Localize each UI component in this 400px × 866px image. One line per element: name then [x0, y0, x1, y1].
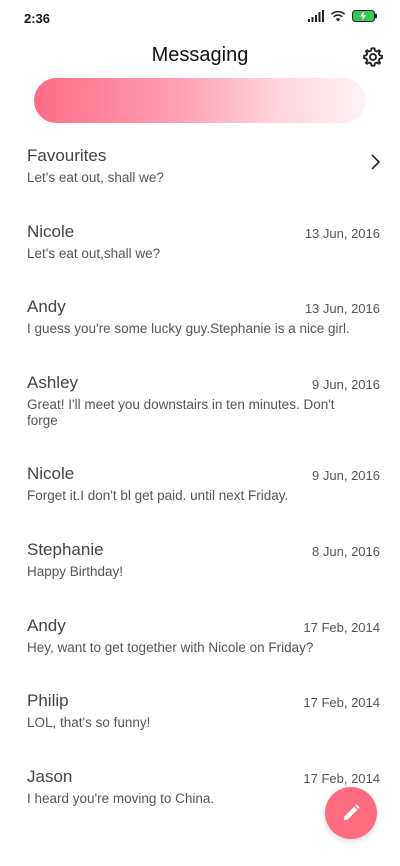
message-preview: LOL, that's so funny! [27, 715, 151, 730]
contact-name: Nicole [27, 464, 75, 483]
favourites-preview: Let's eat out, shall we? [27, 170, 164, 185]
chevron-right-icon [371, 154, 380, 170]
pencil-icon [343, 804, 360, 821]
contact-name: Nicole [27, 222, 75, 241]
status-icons [308, 10, 378, 22]
gradient-banner [34, 78, 366, 123]
conversation-row[interactable]: Ashley 9 Jun, 2016 Great! I'll meet you … [0, 373, 400, 433]
conversation-row[interactable]: Andy 17 Feb, 2014 Hey, want to get toget… [0, 616, 400, 666]
contact-name: Philip [27, 691, 69, 710]
message-preview: Hey, want to get together with Nicole on… [27, 640, 314, 655]
message-date: 9 Jun, 2016 [312, 377, 380, 392]
contact-name: Andy [27, 297, 66, 316]
message-date: 13 Jun, 2016 [304, 301, 380, 316]
message-date: 8 Jun, 2016 [312, 544, 380, 559]
contact-name: Jason [27, 767, 73, 786]
message-preview: Forget it.I don't bl get paid. until nex… [27, 488, 289, 503]
message-preview: Great! I'll meet you downstairs in ten m… [27, 397, 335, 428]
conversation-row[interactable]: Nicole 9 Jun, 2016 Forget it.I don't bl … [0, 464, 400, 514]
favourites-label: Favourites [27, 146, 107, 165]
message-date: 9 Jun, 2016 [312, 468, 380, 483]
favourites-row[interactable]: Favourites Let's eat out, shall we? [0, 146, 400, 196]
page-title: Messaging [151, 44, 249, 66]
message-preview: I guess you're some lucky guy.Stephanie … [27, 321, 350, 336]
message-preview: Let's eat out,shall we? [27, 246, 161, 261]
compose-button[interactable] [325, 787, 377, 839]
conversation-row[interactable]: Philip 17 Feb, 2014 LOL, that's so funny… [0, 691, 400, 741]
battery-charging-icon [352, 10, 377, 22]
message-date: 13 Jun, 2016 [304, 226, 380, 241]
status-time: 2:36 [24, 11, 51, 26]
wifi-icon [330, 10, 346, 22]
app-header: Messaging [0, 36, 400, 76]
settings-button[interactable] [358, 42, 388, 72]
contact-name: Stephanie [27, 540, 104, 559]
status-bar: 2:36 [0, 0, 400, 36]
contact-name: Ashley [27, 373, 79, 392]
conversation-row[interactable]: Stephanie 8 Jun, 2016 Happy Birthday! [0, 540, 400, 590]
signal-icon [308, 10, 324, 22]
message-preview: Happy Birthday! [27, 564, 124, 579]
message-date: 17 Feb, 2014 [303, 695, 380, 710]
message-date: 17 Feb, 2014 [303, 620, 380, 635]
message-date: 17 Feb, 2014 [303, 771, 380, 786]
contact-name: Andy [27, 616, 66, 635]
gear-icon [363, 47, 383, 67]
conversation-row[interactable]: Nicole 13 Jun, 2016 Let's eat out,shall … [0, 222, 400, 272]
conversation-row[interactable]: Andy 13 Jun, 2016 I guess you're some lu… [0, 297, 400, 347]
